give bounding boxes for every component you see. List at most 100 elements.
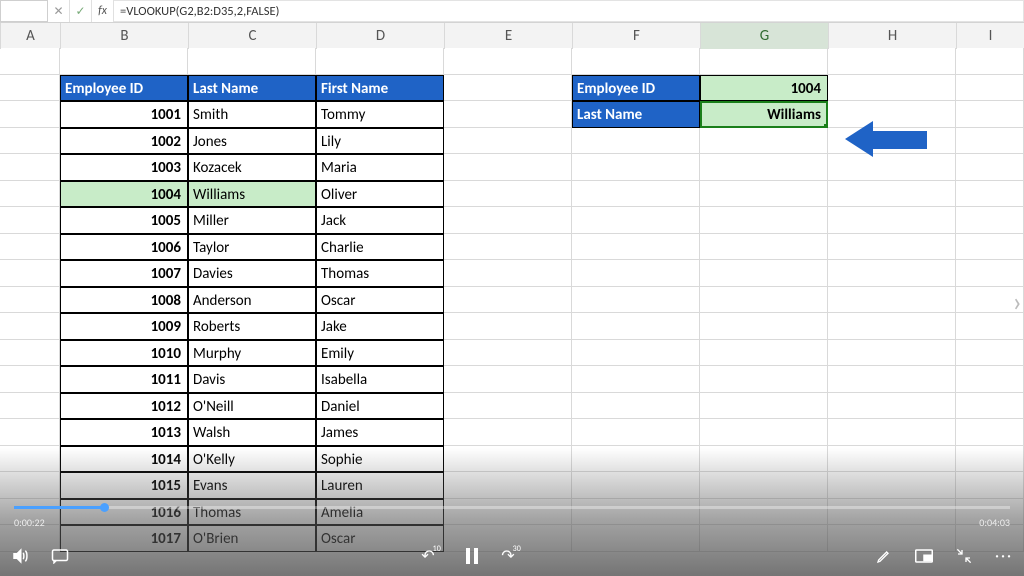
contract-icon bbox=[956, 548, 972, 564]
table-row[interactable]: 1002 bbox=[60, 128, 188, 155]
pip-icon bbox=[915, 549, 933, 563]
table-row[interactable]: Jack bbox=[316, 207, 444, 234]
lookup-label-id: Employee ID bbox=[572, 75, 700, 102]
table-row[interactable]: Kozacek bbox=[188, 154, 316, 181]
table-row[interactable]: Smith bbox=[188, 101, 316, 128]
column-header-c[interactable]: C bbox=[188, 23, 316, 49]
formula-input[interactable]: =VLOOKUP(G2,B2:D35,2,FALSE) bbox=[114, 0, 1024, 22]
table-row[interactable]: 1014 bbox=[60, 446, 188, 473]
pencil-icon bbox=[876, 548, 892, 564]
table-row[interactable]: Oliver bbox=[316, 181, 444, 208]
table-row[interactable]: Thomas bbox=[188, 499, 316, 526]
table-row[interactable]: Jake bbox=[316, 313, 444, 340]
table-row[interactable]: Emily bbox=[316, 340, 444, 367]
table-row[interactable]: Daniel bbox=[316, 393, 444, 420]
time-elapsed: 0:00:22 bbox=[14, 516, 45, 529]
table-row[interactable]: Oscar bbox=[316, 287, 444, 314]
table-row[interactable]: 1008 bbox=[60, 287, 188, 314]
more-icon: ··· bbox=[995, 547, 1013, 566]
table-row[interactable]: Walsh bbox=[188, 419, 316, 446]
chevron-right-icon: › bbox=[1013, 284, 1023, 319]
table-row[interactable]: Charlie bbox=[316, 234, 444, 261]
table-row[interactable]: 1010 bbox=[60, 340, 188, 367]
table-row[interactable]: 1006 bbox=[60, 234, 188, 261]
lookup-label-name: Last Name bbox=[572, 101, 700, 128]
table-row[interactable]: Amelia bbox=[316, 499, 444, 526]
check-icon: ✓ bbox=[75, 4, 85, 19]
table-row[interactable]: 1003 bbox=[60, 154, 188, 181]
table-row[interactable]: 1016 bbox=[60, 499, 188, 526]
volume-button[interactable] bbox=[0, 536, 40, 576]
column-headers: ABCDEFGHI bbox=[0, 22, 1024, 48]
table-row[interactable]: Thomas bbox=[316, 260, 444, 287]
fx-icon: fx bbox=[98, 4, 107, 18]
table-row[interactable]: James bbox=[316, 419, 444, 446]
formula-bar: ✕ ✓ fx =VLOOKUP(G2,B2:D35,2,FALSE) bbox=[0, 0, 1024, 22]
column-header-i[interactable]: I bbox=[956, 23, 1024, 49]
table-header-first-name: First Name bbox=[316, 75, 444, 102]
table-row[interactable]: 1004 bbox=[60, 181, 188, 208]
seek-progress bbox=[14, 506, 104, 509]
fill-handle[interactable] bbox=[824, 124, 828, 128]
column-header-d[interactable]: D bbox=[316, 23, 444, 49]
table-row[interactable]: 1007 bbox=[60, 260, 188, 287]
edit-button[interactable] bbox=[864, 536, 904, 576]
table-row[interactable]: 1009 bbox=[60, 313, 188, 340]
spreadsheet-grid[interactable]: Employee IDLast NameFirst NameEmployee I… bbox=[0, 48, 1024, 576]
seek-handle[interactable] bbox=[100, 503, 109, 512]
table-row[interactable]: Evans bbox=[188, 472, 316, 499]
table-row[interactable]: Sophie bbox=[316, 446, 444, 473]
fullscreen-button[interactable] bbox=[944, 536, 984, 576]
table-row[interactable]: 1013 bbox=[60, 419, 188, 446]
speaker-icon bbox=[11, 547, 29, 565]
close-icon: ✕ bbox=[53, 4, 63, 19]
captions-button[interactable] bbox=[40, 536, 80, 576]
table-row[interactable]: 1005 bbox=[60, 207, 188, 234]
column-header-h[interactable]: H bbox=[828, 23, 956, 49]
pause-icon bbox=[465, 548, 479, 564]
table-row[interactable]: 1001 bbox=[60, 101, 188, 128]
lookup-value-name[interactable]: Williams bbox=[700, 101, 828, 128]
column-header-e[interactable]: E bbox=[444, 23, 572, 49]
table-row[interactable]: O'Kelly bbox=[188, 446, 316, 473]
more-button[interactable]: ··· bbox=[984, 536, 1024, 576]
formula-cancel-button[interactable]: ✕ bbox=[48, 0, 70, 22]
formula-text: =VLOOKUP(G2,B2:D35,2,FALSE) bbox=[120, 4, 279, 19]
table-row[interactable]: 1015 bbox=[60, 472, 188, 499]
column-header-g[interactable]: G bbox=[700, 23, 828, 49]
pause-button[interactable] bbox=[452, 536, 492, 576]
table-row[interactable]: Maria bbox=[316, 154, 444, 181]
table-row[interactable]: 1012 bbox=[60, 393, 188, 420]
table-row[interactable]: Williams bbox=[188, 181, 316, 208]
table-row[interactable]: Davis bbox=[188, 366, 316, 393]
table-row[interactable]: Lily bbox=[316, 128, 444, 155]
time-total: 0:04:03 bbox=[979, 516, 1010, 529]
formula-accept-button[interactable]: ✓ bbox=[70, 0, 92, 22]
insert-function-button[interactable]: fx bbox=[92, 0, 114, 22]
lookup-value-id[interactable]: 1004 bbox=[700, 75, 828, 102]
column-header-a[interactable]: A bbox=[0, 23, 60, 49]
table-row[interactable]: Roberts bbox=[188, 313, 316, 340]
column-header-f[interactable]: F bbox=[572, 23, 700, 49]
video-seek-bar[interactable] bbox=[14, 506, 1010, 509]
table-row[interactable]: Anderson bbox=[188, 287, 316, 314]
table-row[interactable]: Isabella bbox=[316, 366, 444, 393]
table-header-employee-id: Employee ID bbox=[60, 75, 188, 102]
pip-button[interactable] bbox=[904, 536, 944, 576]
table-row[interactable]: Tommy bbox=[316, 101, 444, 128]
table-header-last-name: Last Name bbox=[188, 75, 316, 102]
name-box[interactable] bbox=[0, 0, 48, 22]
table-row[interactable]: Lauren bbox=[316, 472, 444, 499]
video-controls: ↶10 ↷30 ··· bbox=[0, 536, 1024, 576]
table-row[interactable]: 1011 bbox=[60, 366, 188, 393]
forward-button[interactable]: ↷30 bbox=[492, 536, 532, 576]
table-row[interactable]: Davies bbox=[188, 260, 316, 287]
table-row[interactable]: Murphy bbox=[188, 340, 316, 367]
column-header-b[interactable]: B bbox=[60, 23, 188, 49]
table-row[interactable]: Jones bbox=[188, 128, 316, 155]
table-row[interactable]: Taylor bbox=[188, 234, 316, 261]
scroll-right-chevron[interactable]: › bbox=[1013, 284, 1023, 319]
rewind-button[interactable]: ↶10 bbox=[412, 536, 452, 576]
table-row[interactable]: O'Neill bbox=[188, 393, 316, 420]
table-row[interactable]: Miller bbox=[188, 207, 316, 234]
